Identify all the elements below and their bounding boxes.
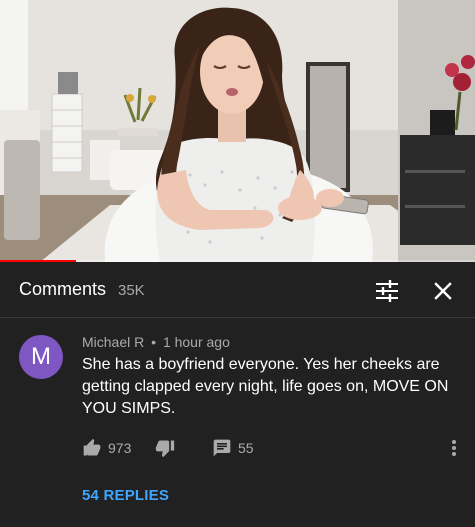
reply-button[interactable]: 55: [212, 436, 254, 460]
sort-comments-button[interactable]: [373, 277, 401, 305]
view-replies-link[interactable]: 54 REPLIES: [82, 487, 169, 504]
close-comments-button[interactable]: [429, 277, 457, 305]
comments-header: Comments 35K: [0, 263, 475, 318]
sort-sliders-icon: [376, 280, 398, 302]
thumbs-down-icon: [155, 440, 175, 458]
comment-author[interactable]: Michael R: [82, 334, 144, 350]
progress-bar[interactable]: [0, 260, 475, 262]
comment-time: 1 hour ago: [162, 334, 230, 350]
comments-count: 35K: [118, 282, 145, 299]
video-player[interactable]: [0, 0, 475, 262]
close-icon: [434, 282, 452, 300]
more-vert-icon: [452, 440, 456, 456]
reply-count: 55: [238, 440, 254, 456]
meta-separator: •: [151, 334, 157, 350]
avatar[interactable]: M: [19, 335, 63, 379]
like-count: 973: [108, 440, 132, 456]
like-button[interactable]: 973: [82, 436, 131, 460]
progress-bar-fill: [0, 260, 76, 262]
video-frame: [0, 0, 475, 262]
comment-meta: Michael R • 1 hour ago: [82, 334, 230, 350]
comment-more-button[interactable]: [444, 436, 464, 460]
comment-item: M Michael R • 1 hour ago She has a boyfr…: [0, 318, 475, 527]
comment-actions: 973 55: [82, 436, 472, 460]
comment-text: She has a boyfriend everyone. Yes her ch…: [82, 356, 449, 417]
comments-title: Comments: [19, 279, 107, 299]
reply-comment-icon: [213, 439, 231, 457]
dislike-button[interactable]: [155, 436, 175, 460]
thumbs-up-icon: [83, 438, 101, 456]
